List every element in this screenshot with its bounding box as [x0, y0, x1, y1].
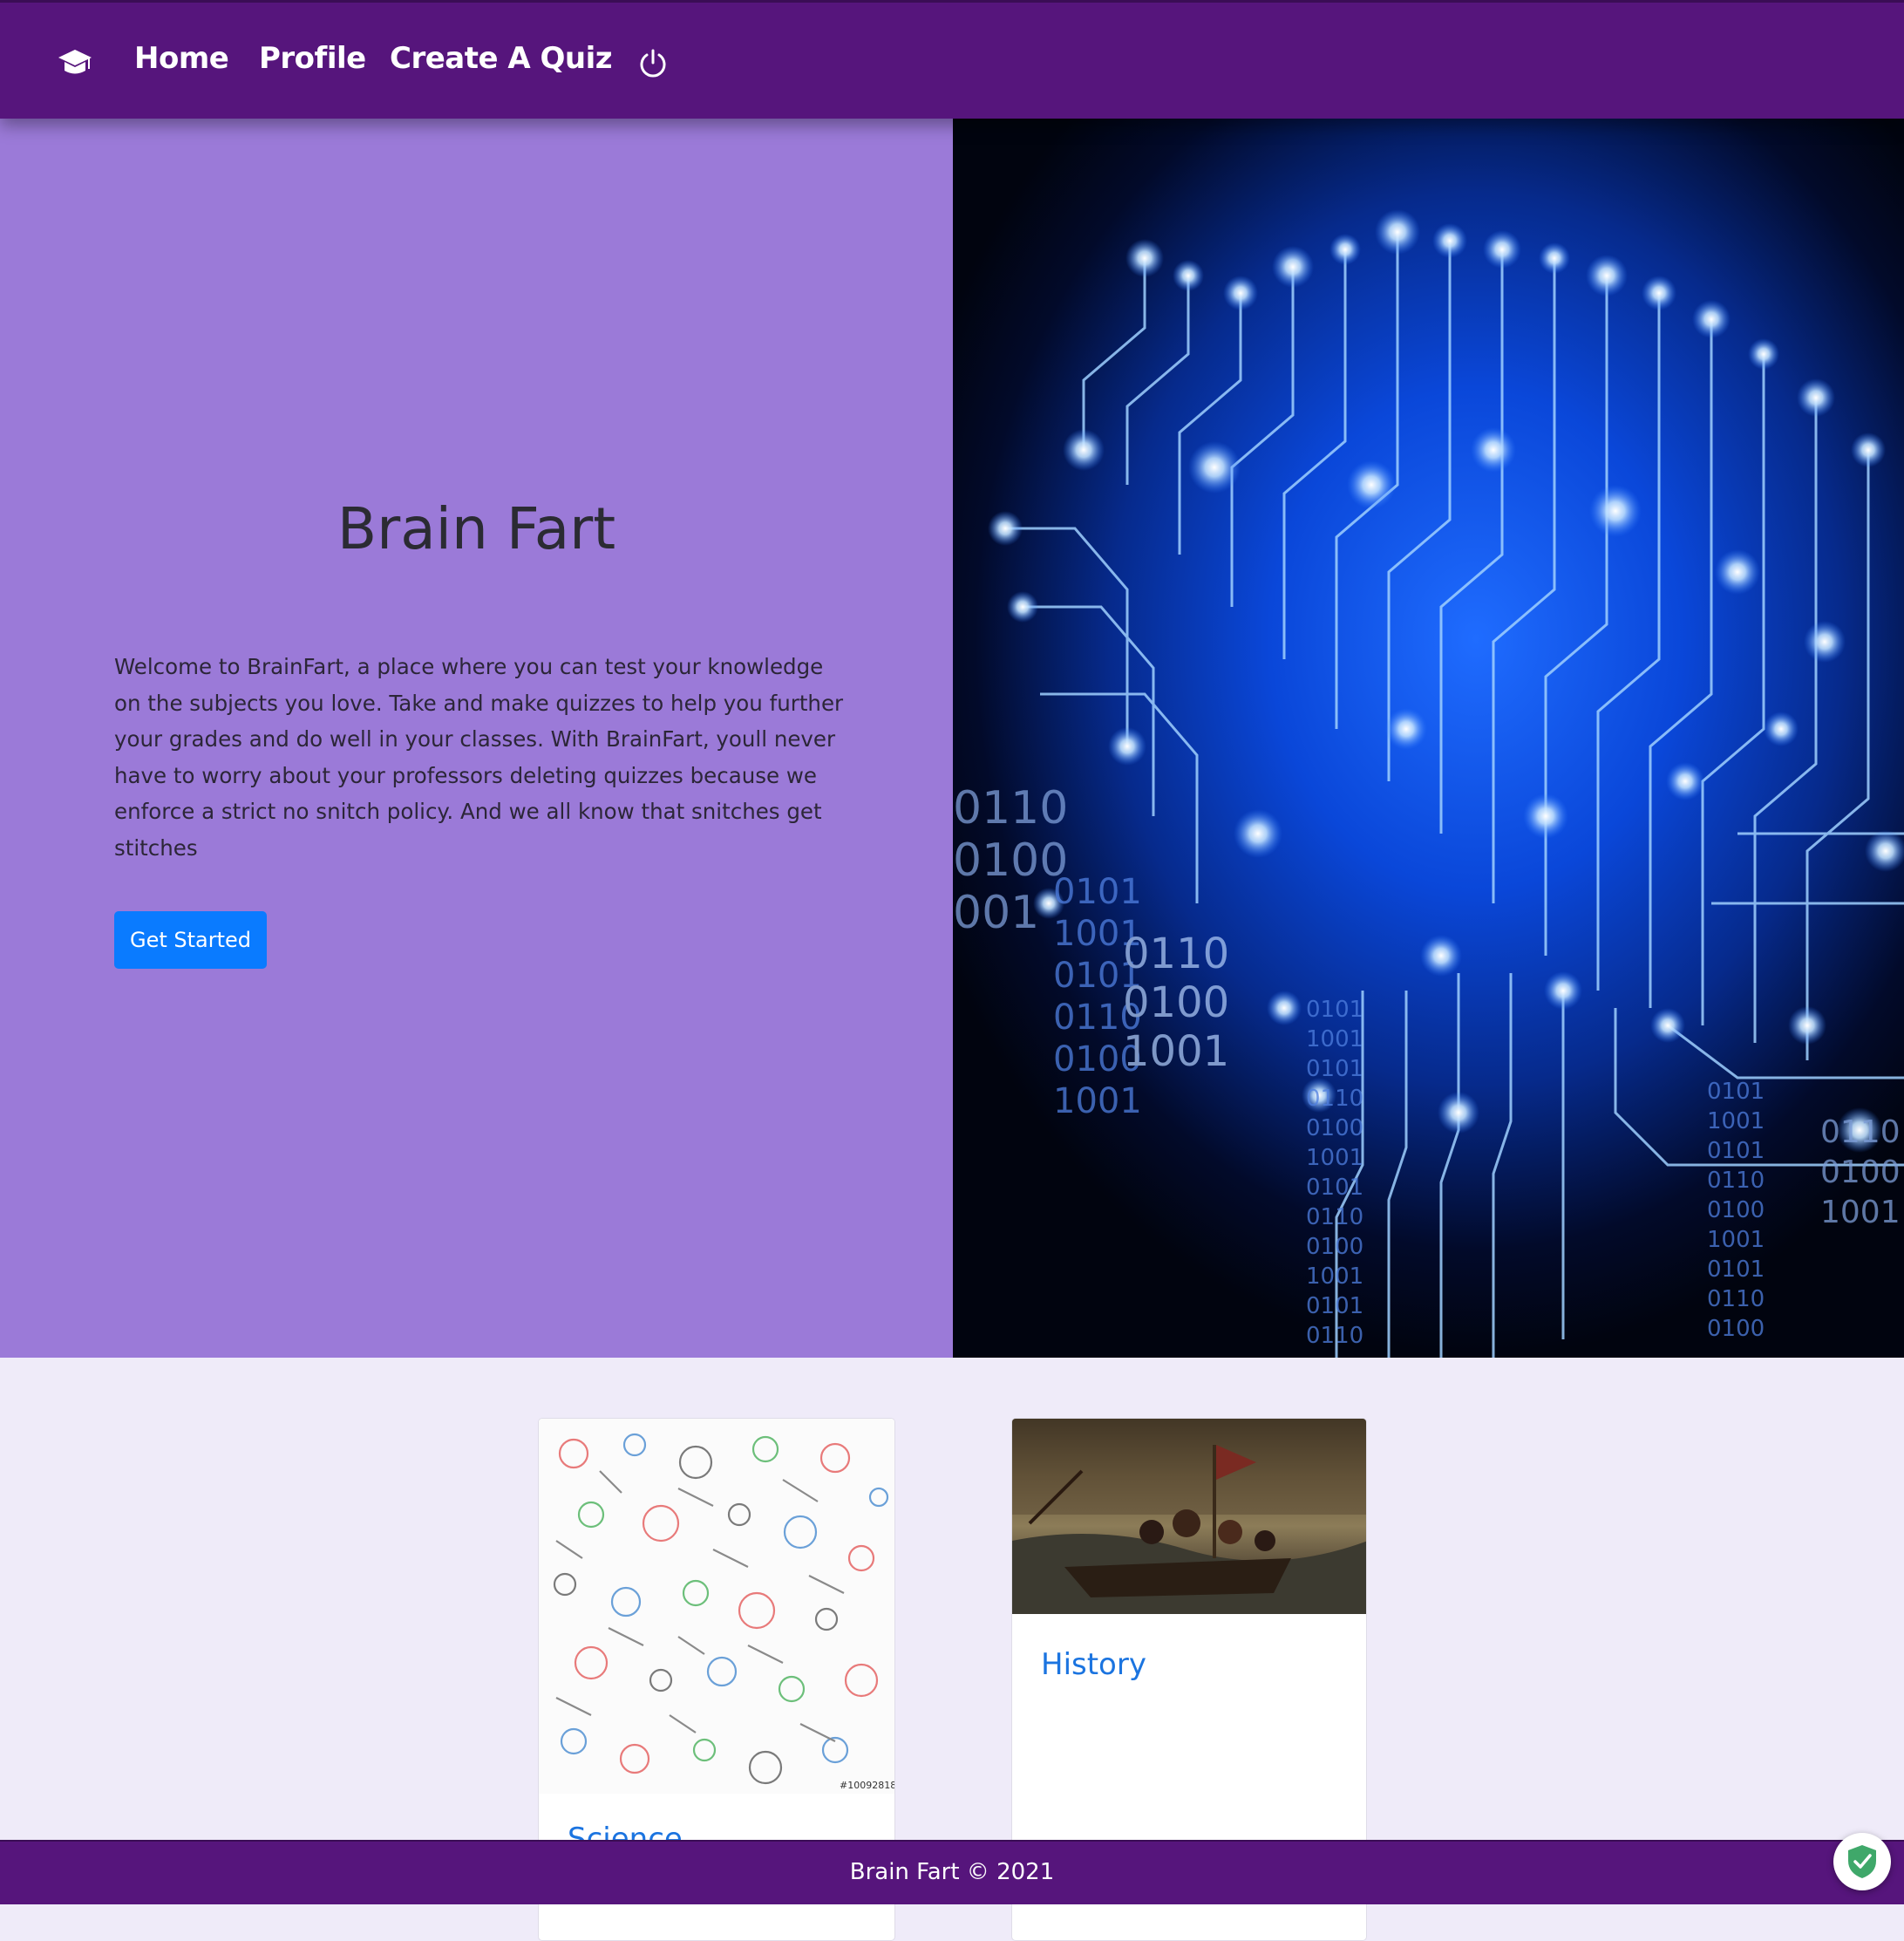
history-card-title[interactable]: History [1041, 1647, 1146, 1682]
history-painting-image [1012, 1419, 1366, 1614]
svg-text:0110: 0110 [1123, 930, 1229, 978]
hero-title: Brain Fart [337, 495, 616, 562]
svg-text:1001: 1001 [1123, 1027, 1229, 1076]
svg-text:1001: 1001 [1053, 1081, 1142, 1121]
svg-text:0100: 0100 [1123, 978, 1229, 1027]
svg-text:0110: 0110 [1820, 1114, 1901, 1150]
hero-section: Brain Fart Welcome to BrainFart, a place… [0, 119, 953, 1358]
svg-text:0101: 0101 [1306, 1293, 1363, 1319]
svg-text:0110: 0110 [953, 782, 1068, 834]
svg-text:0110: 0110 [1306, 1323, 1363, 1349]
svg-text:0100: 0100 [953, 834, 1068, 887]
svg-text:0101: 0101 [1306, 997, 1363, 1023]
svg-text:0100: 0100 [1820, 1154, 1901, 1190]
nav-home-link[interactable]: Home [134, 41, 229, 76]
svg-text:0101: 0101 [1707, 1138, 1765, 1164]
svg-text:0110: 0110 [1306, 1086, 1363, 1112]
svg-text:0101: 0101 [1707, 1257, 1765, 1283]
svg-text:0101: 0101 [1053, 872, 1142, 912]
svg-text:0110: 0110 [1707, 1168, 1765, 1194]
svg-text:001: 001 [953, 887, 1039, 939]
navbar: Home Profile Create A Quiz [0, 0, 1904, 119]
graduation-cap-icon[interactable] [58, 48, 92, 79]
hero-description: Welcome to BrainFart, a place where you … [114, 654, 844, 861]
power-icon[interactable] [637, 48, 669, 79]
svg-text:1001: 1001 [1707, 1227, 1765, 1253]
svg-text:1001: 1001 [1707, 1108, 1765, 1134]
science-watermark: #100928187 [840, 1780, 895, 1791]
get-started-button[interactable]: Get Started [114, 911, 267, 969]
nav-create-quiz-link[interactable]: Create A Quiz [390, 41, 613, 76]
footer: Brain Fart © 2021 [0, 1840, 1904, 1904]
svg-text:0100: 0100 [1707, 1316, 1765, 1342]
shield-check-icon[interactable] [1833, 1833, 1891, 1890]
svg-text:1001: 1001 [1820, 1195, 1901, 1230]
nav-profile-link[interactable]: Profile [259, 41, 366, 76]
svg-text:0101: 0101 [1707, 1079, 1765, 1105]
footer-copyright: Brain Fart © 2021 [849, 1859, 1055, 1885]
svg-text:0100: 0100 [1306, 1234, 1363, 1260]
svg-text:0101: 0101 [1306, 1056, 1363, 1082]
science-doodle-image: #100928187 [539, 1419, 895, 1794]
svg-text:1001: 1001 [1306, 1026, 1363, 1052]
svg-text:0100: 0100 [1306, 1115, 1363, 1141]
svg-text:1001: 1001 [1306, 1145, 1363, 1171]
svg-text:0110: 0110 [1306, 1204, 1363, 1230]
svg-text:0100: 0100 [1707, 1197, 1765, 1223]
svg-text:0110: 0110 [1707, 1286, 1765, 1312]
svg-text:0101: 0101 [1306, 1175, 1363, 1201]
circuit-brain-image: 0110 0100 001 0101 1001 0101 0110 0100 1… [953, 119, 1904, 1358]
svg-text:1001: 1001 [1306, 1263, 1363, 1290]
